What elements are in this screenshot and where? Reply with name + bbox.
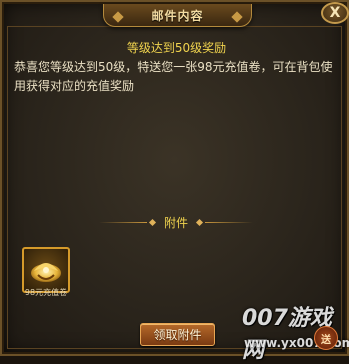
- attachment-header: 附件: [164, 215, 189, 230]
- title-ornament-right: [231, 11, 243, 23]
- dialog-title: 邮件内容: [151, 8, 204, 23]
- close-button[interactable]: X: [321, 2, 349, 24]
- mail-body: 恭喜您等级达到50级，特送您一张98元充值卷，可在背包使用获得对应的充值奖励: [14, 60, 333, 93]
- recharge-coupon-icon: [31, 263, 61, 282]
- send-badge: 送: [314, 326, 338, 350]
- divider-ornament-left: [148, 218, 157, 226]
- claim-attachment-label: 领取附件: [153, 328, 202, 342]
- attachment-item-label: 98元充值卷: [24, 288, 68, 297]
- mail-subject: 等级达到50级奖励: [126, 41, 227, 55]
- close-icon: X: [329, 5, 341, 21]
- divider-line-left: [99, 221, 147, 223]
- divider-line-right: [205, 221, 254, 223]
- title-plaque: 邮件内容: [103, 4, 252, 27]
- attachment-divider: 附件: [99, 213, 254, 231]
- title-ornament-left: [112, 11, 124, 23]
- claim-attachment-button[interactable]: 领取附件: [140, 323, 215, 346]
- divider-ornament-right: [195, 218, 204, 226]
- mail-dialog: 邮件内容 X 等级达到50级奖励 恭喜您等级达到50级，特送您一张98元充值卷，…: [0, 0, 349, 363]
